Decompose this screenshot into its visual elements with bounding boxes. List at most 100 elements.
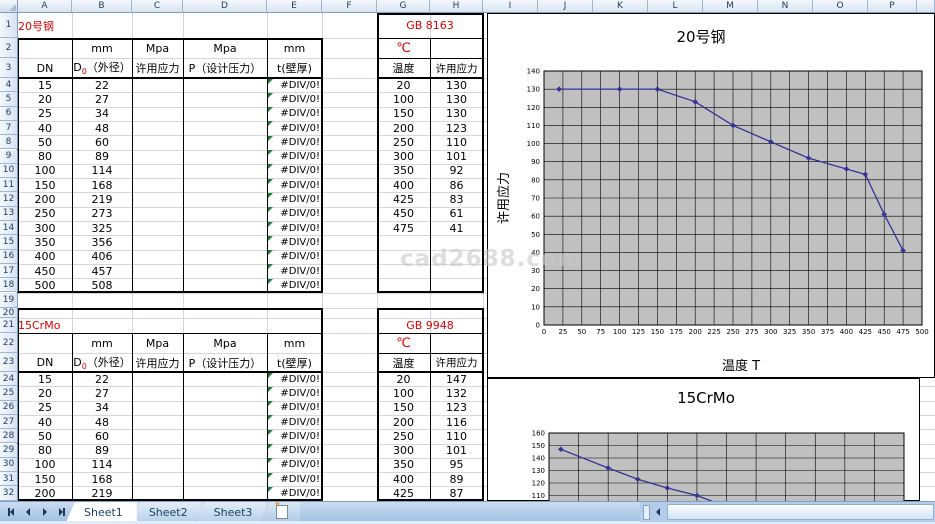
column-header-B[interactable]: B [72,0,132,13]
column-header-M[interactable]: M [703,0,758,13]
row-header-30[interactable]: 30 [0,458,18,472]
cell-2-32[interactable]: 219 [72,486,132,500]
row-header-26[interactable]: 26 [0,401,18,415]
row-header-20[interactable]: 20 [0,308,18,318]
cell-2-29[interactable]: 89 [72,444,132,458]
row-header-10[interactable]: 10 [0,164,18,178]
cell-8-32[interactable]: 87 [430,486,483,500]
cell-7-25[interactable]: 100 [377,386,430,400]
chart-20gang-steel[interactable]: 1401301201101009080706050403020100025507… [487,13,935,378]
cell-7-5[interactable]: 100 [377,92,430,106]
row-header-28[interactable]: 28 [0,429,18,443]
previous-sheet-button[interactable] [19,504,36,520]
cell-8-28[interactable]: 110 [430,429,483,443]
cell-2-12[interactable]: 219 [72,192,132,206]
cell-1-25[interactable]: 20 [18,386,72,400]
cell-2-26[interactable]: 34 [72,401,132,415]
cell-7-27[interactable]: 200 [377,415,430,429]
cell-5-28[interactable]: #DIV/0! [267,429,322,443]
cell-7-9[interactable]: 300 [377,150,430,164]
cell-7-26[interactable]: 150 [377,401,430,415]
cell-5-15[interactable]: #DIV/0! [267,235,322,249]
cell-5-27[interactable]: #DIV/0! [267,415,322,429]
cell-5-18[interactable]: #DIV/0! [267,278,322,292]
cell-8-23[interactable]: 许用应力 [430,353,483,372]
cell-2-16[interactable]: 406 [72,250,132,264]
column-header-A[interactable]: A [18,0,72,13]
cell-7-3[interactable]: 温度 [377,58,430,78]
row-header-24[interactable]: 24 [0,372,18,386]
cell-1-8[interactable]: 50 [18,135,72,149]
sheet-tab-sheet1[interactable]: Sheet1 [66,502,137,522]
scrollbar-thumb[interactable] [667,504,934,520]
cell-8-26[interactable]: 123 [430,401,483,415]
cell-1-3[interactable]: DN [18,58,72,78]
cell-2-7[interactable]: 48 [72,121,132,135]
row-header-14[interactable]: 14 [0,221,18,235]
cell-2-10[interactable]: 114 [72,164,132,178]
cell-7-10[interactable]: 350 [377,164,430,178]
cell-2-6[interactable]: 34 [72,107,132,121]
cell-5-3[interactable]: t(壁厚) [267,58,322,78]
cell-8-4[interactable]: 130 [430,78,483,92]
cell-5-32[interactable]: #DIV/0! [267,486,322,500]
row-header-7[interactable]: 7 [0,121,18,135]
column-header-K[interactable]: K [593,0,648,13]
cell-1-30[interactable]: 100 [18,458,72,472]
cell-5-4[interactable]: #DIV/0! [267,78,322,92]
cell-5-24[interactable]: #DIV/0! [267,372,322,386]
cell-5-2[interactable]: mm [267,38,322,58]
cell-4-23[interactable]: P（设计压力） [183,353,267,372]
cell-2-25[interactable]: 27 [72,386,132,400]
next-sheet-button[interactable] [36,504,53,520]
row-header-29[interactable]: 29 [0,444,18,458]
row-header-9[interactable]: 9 [0,150,18,164]
gb8163-celsius[interactable]: ℃ [377,38,430,58]
cell-2-9[interactable]: 89 [72,150,132,164]
cell-7-6[interactable]: 150 [377,107,430,121]
cell-5-29[interactable]: #DIV/0! [267,444,322,458]
cell-5-6[interactable]: #DIV/0! [267,107,322,121]
cell-7-12[interactable]: 425 [377,192,430,206]
cell-7-24[interactable]: 20 [377,372,430,386]
column-header-O[interactable]: O [813,0,868,13]
cell-1-31[interactable]: 150 [18,472,72,486]
cell-2-14[interactable]: 325 [72,221,132,235]
cell-7-13[interactable]: 450 [377,207,430,221]
gb8163-title[interactable]: GB 8163 [377,13,483,38]
cell-7-23[interactable]: 温度 [377,353,430,372]
cell-7-32[interactable]: 425 [377,486,430,500]
cell-2-15[interactable]: 356 [72,235,132,249]
cell-5-14[interactable]: #DIV/0! [267,221,322,235]
column-header-C[interactable]: C [132,0,183,13]
row-header-12[interactable]: 12 [0,192,18,206]
column-header-E[interactable]: E [267,0,322,13]
cell-7-8[interactable]: 250 [377,135,430,149]
cell-1-23[interactable]: DN [18,353,72,372]
cell-4-3[interactable]: P（设计压力） [183,58,267,78]
cell-2-2[interactable]: mm [72,38,132,58]
cell-1-13[interactable]: 250 [18,207,72,221]
first-sheet-button[interactable] [2,504,19,520]
column-header-J[interactable]: J [538,0,593,13]
cell-5-23[interactable]: t(壁厚) [267,353,322,372]
column-header-P[interactable]: P [868,0,917,13]
cell-5-16[interactable]: #DIV/0! [267,250,322,264]
insert-worksheet-button[interactable]: ✦ [260,502,300,522]
tab-split-handle[interactable] [643,505,650,520]
cell-3-2[interactable]: Mpa [132,38,183,58]
cell-2-28[interactable]: 60 [72,429,132,443]
cell-1-28[interactable]: 50 [18,429,72,443]
column-header-F[interactable]: F [322,0,377,13]
cell-8-13[interactable]: 61 [430,207,483,221]
cell-8-27[interactable]: 116 [430,415,483,429]
row-header-18[interactable]: 18 [0,278,18,292]
row-header-8[interactable]: 8 [0,135,18,149]
cell-8-5[interactable]: 130 [430,92,483,106]
cell-1-11[interactable]: 150 [18,178,72,192]
row-header-11[interactable]: 11 [0,178,18,192]
cell-8-6[interactable]: 130 [430,107,483,121]
row-header-13[interactable]: 13 [0,207,18,221]
cell-8-8[interactable]: 110 [430,135,483,149]
cell-7-28[interactable]: 250 [377,429,430,443]
